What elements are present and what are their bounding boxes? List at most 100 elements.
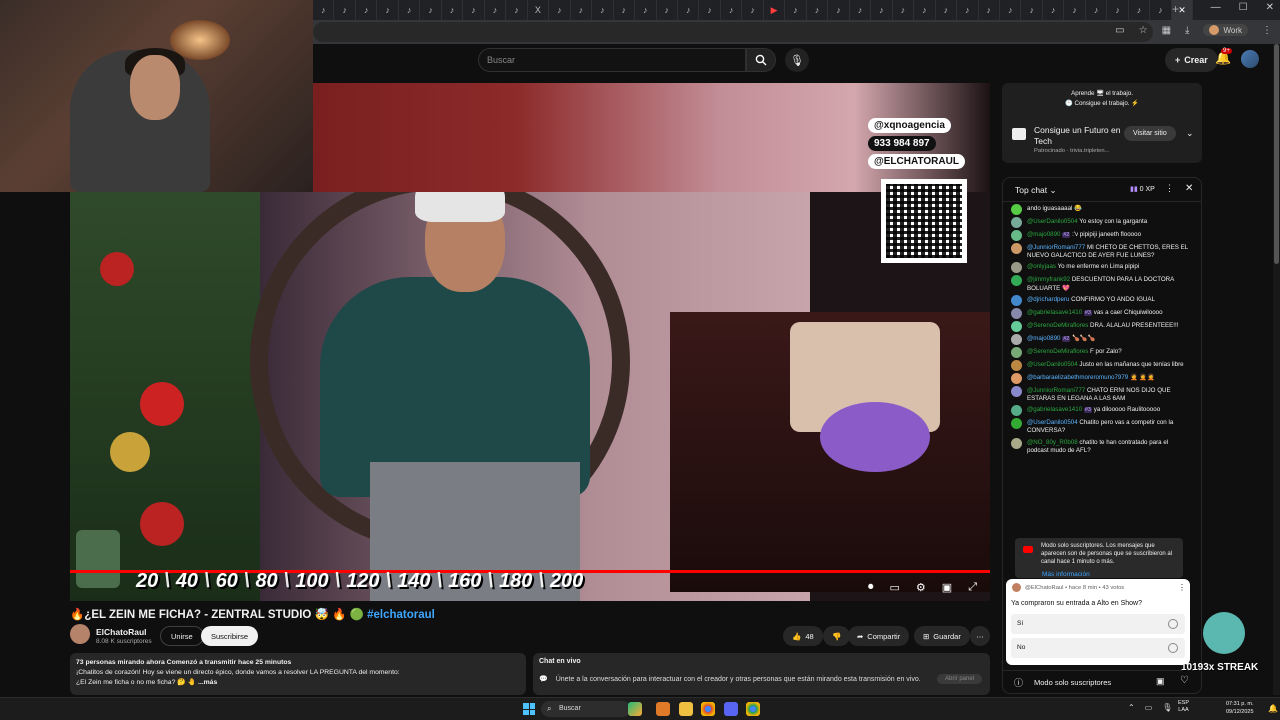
browser-tab[interactable]: ♪ (356, 0, 378, 20)
discord-icon[interactable] (724, 702, 738, 716)
browser-tab[interactable]: ♪ (936, 0, 958, 20)
chat-username[interactable]: @UserDanilo0504 (1027, 419, 1078, 426)
omnibox[interactable] (313, 22, 1153, 42)
widget-app-icon[interactable] (628, 702, 642, 716)
chat-avatar[interactable] (1011, 204, 1022, 215)
windows-start-icon[interactable] (523, 703, 535, 715)
poll-option-yes[interactable]: Sí (1011, 614, 1185, 634)
close-chat-icon[interactable]: ✕ (1185, 183, 1193, 194)
visit-site-button[interactable]: Visitar sitio (1124, 126, 1176, 141)
chevron-down-icon[interactable]: ⌄ (1186, 128, 1194, 139)
browser-tab[interactable]: ♪ (699, 0, 721, 20)
miniplayer-icon[interactable]: ▣ (942, 581, 952, 594)
new-tab-button[interactable]: + (1172, 2, 1179, 16)
browser-tab[interactable]: ♪ (657, 0, 678, 20)
top-chat-selector[interactable]: Top chat ⌄ (1015, 185, 1057, 196)
chat-username[interactable]: @NO_80y_R0b08 (1027, 439, 1078, 446)
sponsored-ad[interactable]: Aprende 🖥 el trabajo. 🕒 Consigue el traba… (1002, 83, 1202, 163)
chat-avatar[interactable] (1011, 243, 1022, 254)
chat-avatar[interactable] (1011, 385, 1022, 397)
title-hashtag[interactable]: #elchatoraul (367, 609, 435, 621)
subscribe-button[interactable]: Suscribirse (201, 626, 259, 646)
account-avatar[interactable] (1241, 50, 1259, 68)
browser-tab[interactable]: ♪ (807, 0, 829, 20)
chat-username[interactable]: @majo0890 (1027, 335, 1060, 342)
share-button[interactable]: ➦ Compartir (848, 626, 910, 646)
chat-avatar[interactable] (1011, 262, 1022, 274)
browser-tab[interactable]: ♪ (1107, 0, 1129, 20)
settings-gear-icon[interactable]: ⚙ (916, 581, 926, 594)
app-icon[interactable] (656, 702, 670, 716)
star-icon[interactable]: ☆ (1139, 25, 1148, 36)
taskbar-search[interactable]: ⌕ Buscar (541, 701, 631, 717)
browser-tab[interactable]: ♪ (420, 0, 442, 20)
chat-panel-icon[interactable]: ▣ (1156, 676, 1165, 687)
chat-avatar[interactable] (1011, 346, 1022, 358)
chat-avatar[interactable] (1011, 230, 1022, 241)
browser-tab[interactable]: ♪ (979, 0, 1000, 20)
chat-avatar[interactable] (1011, 320, 1022, 332)
dislike-button[interactable]: 👎 (823, 626, 851, 646)
browser-tab[interactable]: ♪ (571, 0, 593, 20)
browser-tab[interactable]: ♪ (1129, 0, 1151, 20)
browser-tab[interactable]: ♪ (614, 0, 636, 20)
more-info-link[interactable]: Más información (1042, 571, 1090, 578)
chat-username[interactable]: @majo0890 (1027, 231, 1060, 238)
browser-tab[interactable]: ♪ (1021, 0, 1043, 20)
chat-username[interactable]: @gabrielasave1410 (1027, 309, 1082, 316)
video-player[interactable] (70, 192, 990, 601)
scrollbar-thumb[interactable] (1274, 44, 1279, 264)
cast-icon[interactable]: ▭ (1115, 25, 1124, 36)
mic-icon[interactable]: 🎙 (1162, 703, 1172, 712)
close-window-icon[interactable]: ✕ (1266, 2, 1274, 13)
browser-tab[interactable]: ♪ (399, 0, 421, 20)
extensions-icon[interactable]: ▦ (1162, 25, 1171, 36)
browser-tab[interactable]: ♪ (485, 0, 507, 20)
browser-tab[interactable]: ♪ (1064, 0, 1086, 20)
minimize-icon[interactable]: — (1211, 2, 1221, 13)
notification-icon[interactable]: 🔔 (1268, 704, 1278, 713)
channel-avatar[interactable] (70, 624, 90, 644)
poll-option-no[interactable]: No (1011, 638, 1185, 658)
chat-username[interactable]: @UserDanilo0504 (1027, 218, 1078, 225)
browser-tab[interactable]: ♪ (592, 0, 614, 20)
chat-avatar[interactable] (1011, 294, 1022, 306)
file-explorer-icon[interactable] (679, 702, 693, 716)
clock[interactable]: 07:31 p. m. 09/12/2025 (1226, 700, 1254, 716)
open-panel-button[interactable]: Abrir panel (936, 674, 982, 684)
chat-username[interactable]: @JunniorRomani777 (1027, 387, 1085, 394)
browser-tab[interactable]: ♪ (828, 0, 850, 20)
search-button[interactable] (746, 48, 776, 72)
profile-button[interactable]: Work (1203, 24, 1248, 36)
like-button[interactable]: 👍 48 (783, 626, 823, 646)
browser-tab[interactable]: ♪ (893, 0, 915, 20)
browser-tab[interactable]: ♪ (313, 0, 335, 20)
voice-search-button[interactable]: 🎙 (785, 48, 809, 72)
maximize-icon[interactable]: ☐ (1239, 2, 1248, 13)
browser-tab[interactable]: ♪ (442, 0, 464, 20)
chat-username[interactable]: @gabrielasave1410 (1027, 406, 1082, 413)
chrome-alt-icon[interactable] (746, 702, 760, 716)
chat-username[interactable]: @barbaraelizabethmoreromuno7979 (1027, 374, 1128, 381)
browser-tab[interactable]: ♪ (463, 0, 485, 20)
browser-tab[interactable]: ♪ (1043, 0, 1065, 20)
browser-tab[interactable]: ▶ (764, 0, 786, 20)
chat-avatar[interactable] (1011, 359, 1022, 371)
browser-tab[interactable]: ♪ (678, 0, 700, 20)
chat-avatar[interactable] (1011, 217, 1022, 228)
browser-tab[interactable]: ♪ (549, 0, 571, 20)
poll-more-icon[interactable]: ⋮ (1178, 583, 1186, 592)
chrome-icon[interactable] (701, 702, 715, 716)
browser-tab[interactable]: ♪ (871, 0, 893, 20)
browser-tab[interactable]: ♪ (742, 0, 764, 20)
menu-icon[interactable]: ⋮ (1262, 25, 1272, 36)
info-icon[interactable]: ⓘ (1014, 676, 1023, 689)
heart-icon[interactable]: ♡ (1180, 675, 1189, 686)
browser-tab[interactable]: ♪ (957, 0, 979, 20)
network-icon[interactable]: ▭ (1145, 703, 1153, 712)
browser-tab[interactable]: ♪ (1150, 0, 1172, 20)
save-button[interactable]: ⊞ Guardar (914, 626, 970, 646)
fullscreen-icon[interactable]: ⤢ (968, 581, 977, 594)
chat-username[interactable]: @djrichardperu (1027, 296, 1069, 303)
chat-avatar[interactable] (1011, 372, 1022, 384)
